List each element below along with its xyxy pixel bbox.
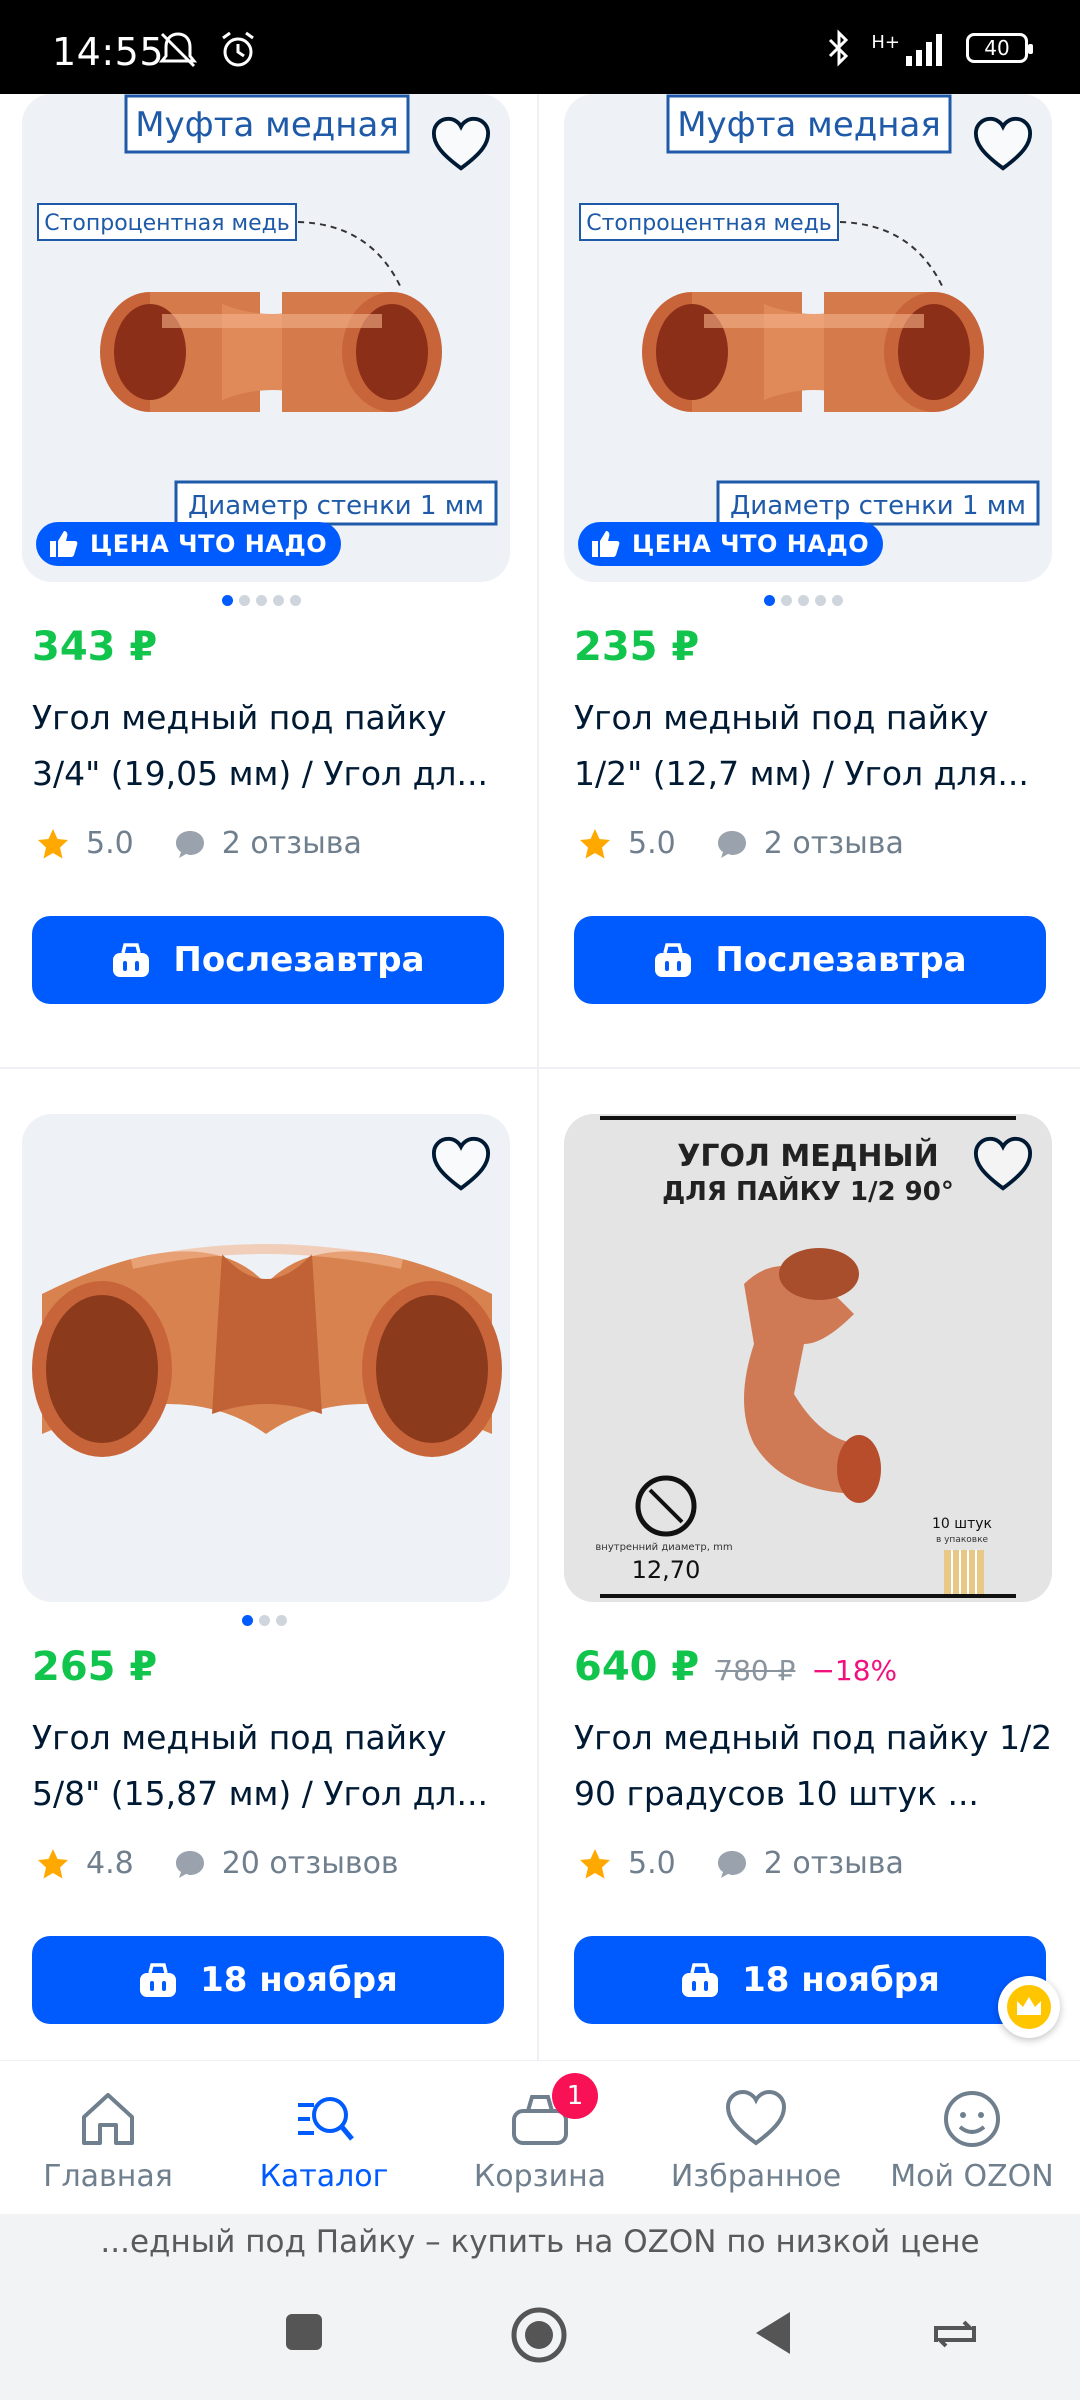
home-button[interactable] (510, 2306, 568, 2364)
tab-favorites[interactable]: Избранное (648, 2061, 864, 2215)
product-price: 235 ₽ (574, 624, 700, 670)
mute-icon (158, 32, 198, 68)
catalog-search-icon (298, 2097, 354, 2141)
product-rating: 5.0 2 отзыва (578, 826, 904, 861)
product-price: 343 ₽ (32, 624, 158, 670)
product-price: 265 ₽ (32, 1644, 158, 1690)
image-carousel-dots (242, 1615, 287, 1626)
rotate-button[interactable] (930, 2314, 980, 2354)
product-rating: 4.8 20 отзывов (36, 1846, 399, 1881)
product-rating: 5.0 2 отзыва (36, 826, 362, 861)
promo-badge: ЦЕНА ЧТО НАДО (578, 522, 884, 566)
product-price: 640 ₽ (574, 1644, 700, 1690)
heart-icon[interactable] (972, 114, 1034, 176)
svg-text:Стопроцентная медь: Стопроцентная медь (586, 211, 832, 236)
discount-label: −18% (811, 1654, 898, 1687)
page-title-bar: ...едный под Пайку – купить на OZON по н… (0, 2214, 1080, 2270)
svg-text:Муфта медная: Муфта медная (677, 105, 941, 145)
heart-icon (725, 2089, 787, 2146)
comment-icon (717, 830, 746, 858)
tab-profile[interactable]: Мой OZON (864, 2061, 1080, 2215)
svg-text:Муфта медная: Муфта медная (135, 105, 399, 145)
product-image[interactable]: УГОЛ МЕДНЫЙ ДЛЯ ПАЙКУ 1/2 90° внутренний… (564, 1114, 1052, 1602)
battery-indicator: 40 (966, 33, 1033, 63)
thumbs-up-icon (592, 531, 620, 557)
product-title[interactable]: Угол медный под пайку 1/2" (12,7 мм) / У… (574, 690, 1064, 802)
add-to-cart-button[interactable]: Послезавтра (32, 916, 504, 1004)
tab-home[interactable]: Главная (0, 2061, 216, 2215)
back-button[interactable] (752, 2310, 792, 2356)
crown-icon (1007, 1985, 1051, 2029)
product-image[interactable]: Муфта медная Стопроцентная медь Диаметр … (22, 94, 510, 582)
alarm-icon (222, 31, 254, 67)
bluetooth-icon (829, 29, 849, 67)
product-grid: Муфта медная Стопроцентная медь Диаметр … (0, 94, 1080, 2060)
image-carousel-dots (764, 595, 843, 606)
product-image[interactable] (22, 1114, 510, 1602)
svg-text:УГОЛ МЕДНЫЙ: УГОЛ МЕДНЫЙ (677, 1138, 938, 1174)
star-icon (580, 828, 610, 858)
star-icon (38, 1848, 68, 1878)
recents-button[interactable] (284, 2312, 324, 2352)
comment-icon (717, 1850, 746, 1878)
add-to-cart-button[interactable]: Послезавтра (574, 916, 1046, 1004)
svg-text:12,70: 12,70 (632, 1556, 701, 1584)
cart-icon (682, 1963, 719, 1997)
tab-catalog[interactable]: Каталог (216, 2061, 432, 2215)
home-icon (82, 2093, 134, 2145)
promo-badge: ЦЕНА ЧТО НАДО (36, 522, 342, 566)
product-title[interactable]: Угол медный под пайку 3/4" (19,05 мм) / … (32, 690, 522, 802)
svg-text:Диаметр стенки 1 мм: Диаметр стенки 1 мм (730, 491, 1026, 521)
network-type: H+ (871, 31, 900, 53)
product-image[interactable]: Муфта медная Стопроцентная медь Диаметр … (564, 94, 1052, 582)
product-rating: 5.0 2 отзыва (578, 1846, 904, 1881)
heart-icon[interactable] (430, 114, 492, 176)
comment-icon (175, 1850, 204, 1878)
cart-icon (113, 943, 150, 977)
svg-text:ДЛЯ ПАЙКУ 1/2 90°: ДЛЯ ПАЙКУ 1/2 90° (662, 1175, 954, 1207)
bottom-tab-bar: Главная Каталог Корзина 1 Избранное Мой … (0, 2060, 1080, 2214)
comment-icon (175, 830, 204, 858)
svg-text:Стопроцентная медь: Стопроцентная медь (44, 211, 290, 236)
svg-text:10 штук: 10 штук (932, 1516, 992, 1532)
status-time: 14:55 (52, 30, 165, 74)
add-to-cart-button[interactable]: 18 ноября (32, 1936, 504, 2024)
system-nav-bar (0, 2270, 1080, 2400)
cart-icon (140, 1963, 177, 1997)
thumbs-up-icon (50, 531, 78, 557)
svg-text:в упаковке: в упаковке (936, 1535, 989, 1545)
product-title[interactable]: Угол медный под пайку 5/8" (15,87 мм) / … (32, 1710, 522, 1822)
star-icon (38, 828, 68, 858)
tab-cart[interactable]: Корзина 1 (432, 2061, 648, 2215)
old-price: 780 ₽ (715, 1654, 796, 1687)
profile-smile-icon (944, 2091, 1000, 2147)
signal-icon (906, 34, 942, 66)
product-title[interactable]: Угол медный под пайку 1/2 90 градусов 10… (574, 1710, 1064, 1822)
heart-icon[interactable] (430, 1134, 492, 1196)
premium-floating-button[interactable] (998, 1976, 1060, 2038)
svg-text:Диаметр стенки 1 мм: Диаметр стенки 1 мм (188, 491, 484, 521)
image-carousel-dots (222, 595, 301, 606)
heart-icon[interactable] (972, 1134, 1034, 1196)
cart-icon (655, 943, 692, 977)
svg-text:внутренний диаметр, mm: внутренний диаметр, mm (595, 1542, 732, 1553)
star-icon (580, 1848, 610, 1878)
status-bar: 14:55 H+ 40 (0, 0, 1080, 94)
cart-count-badge: 1 (552, 2073, 598, 2119)
add-to-cart-button[interactable]: 18 ноября (574, 1936, 1046, 2024)
